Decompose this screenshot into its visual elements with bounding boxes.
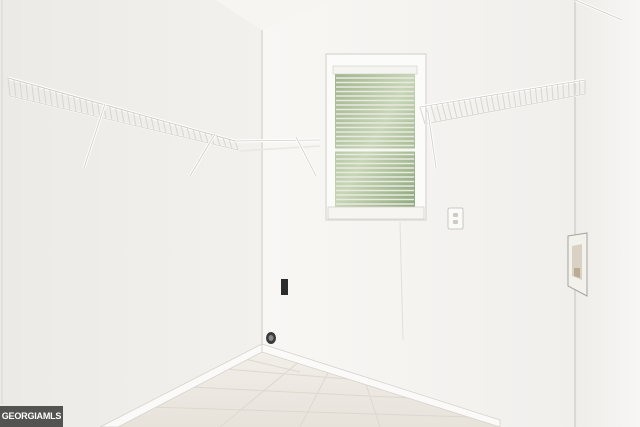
washer-outlet-box	[567, 232, 588, 297]
shelf-rod	[568, 82, 570, 98]
window	[325, 53, 427, 221]
gas-line-stub	[266, 332, 276, 344]
laundry-room-photo: GEORGIAMLS	[0, 0, 640, 427]
right-wall	[575, 0, 640, 427]
left-wall	[0, 0, 262, 427]
watermark-logo: GEORGIAMLS	[0, 406, 63, 427]
dryer-outlet	[281, 279, 288, 295]
shelf-rod	[562, 83, 565, 99]
electrical-outlet	[447, 207, 464, 230]
room-illustration	[0, 0, 640, 427]
blinds-headrail	[332, 65, 418, 75]
window-sill	[327, 206, 425, 220]
